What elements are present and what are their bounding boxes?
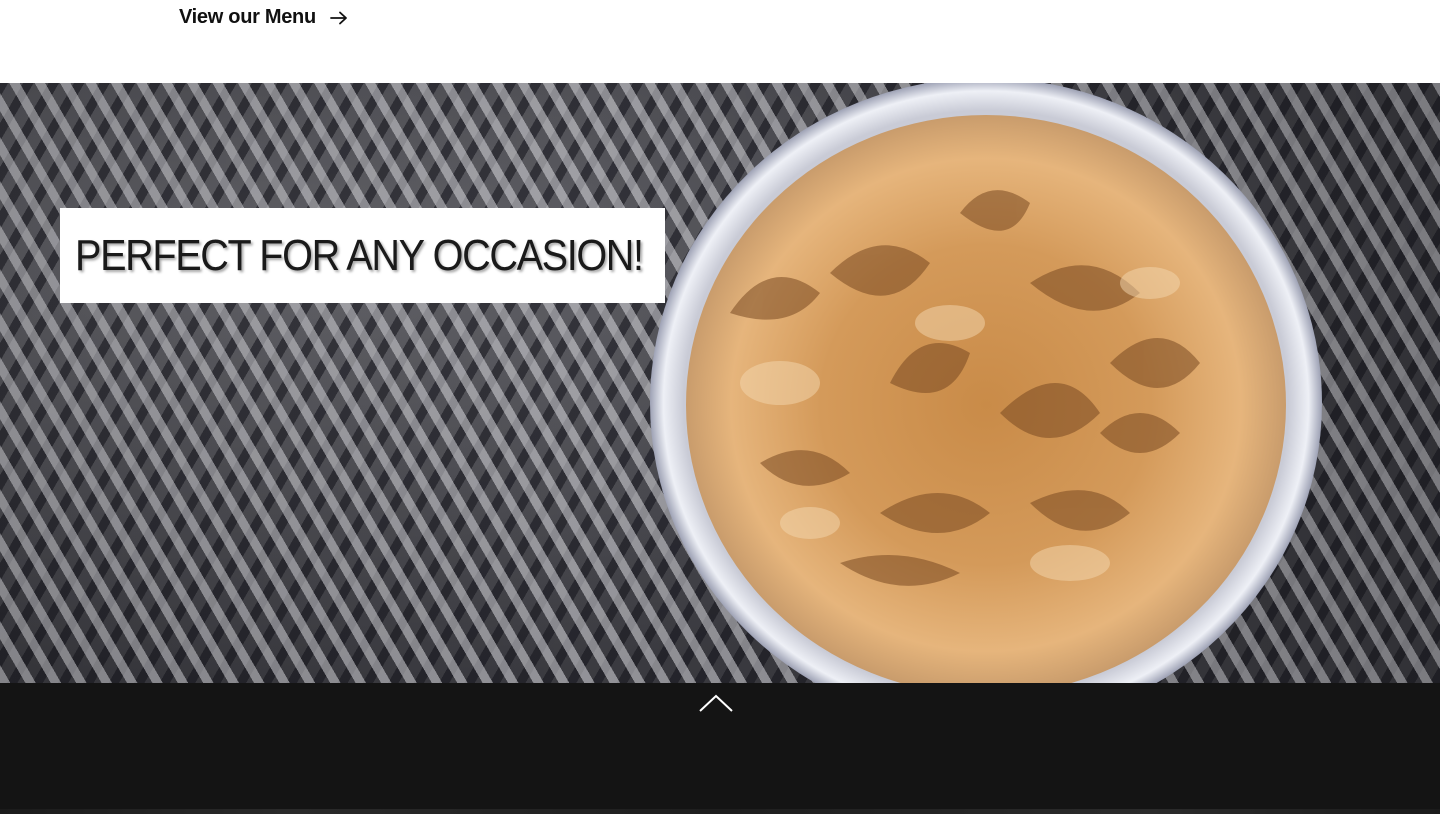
top-strip: View our Menu bbox=[0, 0, 1440, 83]
view-menu-label: View our Menu bbox=[179, 6, 316, 28]
back-to-top-button[interactable] bbox=[698, 693, 734, 715]
headline-box: PERFECT FOR ANY OCCASION! bbox=[60, 208, 665, 303]
hero-banner: PERFECT FOR ANY OCCASION! bbox=[0, 83, 1440, 683]
arrow-right-icon bbox=[329, 11, 348, 25]
footer bbox=[0, 683, 1440, 814]
chevron-up-icon bbox=[699, 694, 733, 712]
view-menu-link[interactable]: View our Menu bbox=[179, 6, 348, 29]
iced-coffee-cup-image bbox=[650, 83, 1322, 683]
hero-headline: PERFECT FOR ANY OCCASION! bbox=[75, 230, 644, 280]
footer-bottom-edge bbox=[0, 809, 1440, 814]
